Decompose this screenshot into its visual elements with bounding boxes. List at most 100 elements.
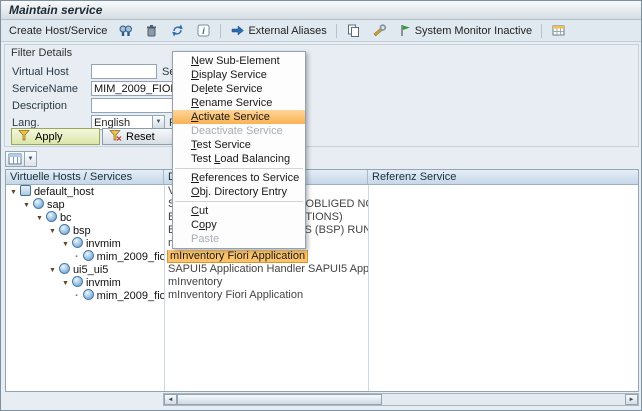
node-name[interactable]: default_host xyxy=(34,186,94,198)
node-name[interactable]: mim_2009_fiori xyxy=(97,290,164,302)
system-monitor-button[interactable]: System Monitor Inactive xyxy=(393,22,537,40)
filter-details-title: Filter Details xyxy=(11,47,72,59)
expand-arrow-icon[interactable]: ▼ xyxy=(10,189,17,196)
tree-row[interactable]: · mim_2009_fiori mInventory Fiori Applicat… xyxy=(6,250,638,263)
leaf-bullet: · xyxy=(75,251,79,263)
sicf-window: Maintain service Create Host/Service i E… xyxy=(0,0,642,411)
reset-label: Reset xyxy=(126,131,155,143)
servicename-label: ServiceName xyxy=(12,83,78,95)
menu-separator xyxy=(175,201,303,202)
tree-row[interactable]: ▼bspBUSINESS SERVER PAGES (BSP) RUNTIME xyxy=(6,224,638,237)
expand-arrow-icon[interactable]: ▼ xyxy=(23,202,30,209)
node-description[interactable]: mInventory Fiori Application xyxy=(168,289,303,301)
create-host-service-button[interactable]: Create Host/Service xyxy=(4,22,112,40)
scroll-thumb[interactable] xyxy=(177,394,382,405)
column-header-reference-service: Referenz Service xyxy=(368,170,638,184)
node-ref-service xyxy=(368,211,638,224)
menu-item-display-service[interactable]: Display Service xyxy=(173,68,305,82)
service-icon xyxy=(83,250,94,261)
service-icon xyxy=(72,237,83,248)
node-ref-service xyxy=(368,237,638,250)
menu-item-activate-service[interactable]: Activate Service xyxy=(173,110,305,124)
menu-item-cut[interactable]: Cut xyxy=(173,204,305,218)
scroll-track[interactable] xyxy=(382,394,625,405)
external-aliases-label: External Aliases xyxy=(248,25,326,37)
node-ref-service xyxy=(368,198,638,211)
services-tree-table: Virtuelle Hosts / Services Dokumentation… xyxy=(5,169,639,392)
expand-arrow-icon[interactable]: ▼ xyxy=(36,215,43,222)
virtual-host-input[interactable] xyxy=(91,64,157,79)
scroll-right-button[interactable]: ► xyxy=(625,394,638,405)
menu-item-paste: Paste xyxy=(173,232,305,246)
menu-item-test-load-balancing[interactable]: Test Load Balancing xyxy=(173,152,305,166)
expand-arrow-icon[interactable]: ▼ xyxy=(62,241,69,248)
find-icon[interactable] xyxy=(113,22,138,40)
node-name[interactable]: sap xyxy=(47,199,65,211)
description-label: Description xyxy=(12,100,67,112)
refresh-icon[interactable] xyxy=(165,22,190,40)
tree-row[interactable]: ▼ ui5_ui5 SAPUI5 Application Handler SAPUI… xyxy=(6,263,638,276)
tree-row[interactable]: ▼bcBASIS TREE (BASIS FUNCTIONS) xyxy=(6,211,638,224)
filter-details-group: Filter Details Virtual Host Service Path… xyxy=(4,44,639,147)
apply-label: Apply xyxy=(35,131,63,143)
context-menu: New Sub-ElementDisplay ServiceDelete Ser… xyxy=(172,51,306,249)
node-description[interactable]: mInventory Fiori Application xyxy=(168,250,307,262)
tools-icon[interactable] xyxy=(367,22,392,40)
toolbar-separator xyxy=(220,24,221,38)
node-ref-service xyxy=(368,276,638,289)
tree-row[interactable]: ▼sapSAP NAMESPACE; SAP IS OBLIGED NOT T.… xyxy=(6,198,638,211)
menu-separator xyxy=(175,168,303,169)
node-name[interactable]: ui5_ui5 xyxy=(73,264,108,276)
service-icon xyxy=(46,211,57,222)
menu-item-new-sub-element[interactable]: New Sub-Element xyxy=(173,54,305,68)
apply-button[interactable]: Apply xyxy=(11,128,100,145)
node-ref-service xyxy=(368,250,638,263)
copy-icon[interactable] xyxy=(341,22,366,40)
page-title: Maintain service xyxy=(9,3,102,17)
node-name[interactable]: bsp xyxy=(73,225,91,237)
table-icon[interactable] xyxy=(546,22,571,40)
node-name[interactable]: invmim xyxy=(86,277,121,289)
toolbar-separator xyxy=(541,24,542,38)
layout-icon[interactable] xyxy=(5,151,25,167)
info-icon[interactable]: i xyxy=(191,22,216,40)
layout-dropdown-icon[interactable]: ▼ xyxy=(24,151,37,167)
h-scrollbar[interactable]: ◄ ► xyxy=(163,393,639,406)
expand-arrow-icon[interactable]: ▼ xyxy=(49,228,56,235)
tree-body: ▼default_hostVIRTUAL DEFAULT HOST▼sapSAP… xyxy=(6,185,638,302)
menu-item-delete-service[interactable]: Delete Service xyxy=(173,82,305,96)
menu-item-obj-directory-entry[interactable]: Obj. Directory Entry xyxy=(173,185,305,199)
node-description[interactable]: mInventory xyxy=(168,276,222,288)
delete-icon[interactable] xyxy=(139,22,164,40)
node-description[interactable]: SAPUI5 Application Handler SAPUI5 Applic… xyxy=(168,263,368,275)
tree-row[interactable]: ▼ invmim mInventory xyxy=(6,276,638,289)
virtual-host-label: Virtual Host xyxy=(12,66,69,78)
node-ref-service xyxy=(368,263,638,276)
tree-header: Virtuelle Hosts / Services Dokumentation… xyxy=(6,170,638,185)
node-name[interactable]: bc xyxy=(60,212,72,224)
service-icon xyxy=(59,263,70,274)
scroll-left-button[interactable]: ◄ xyxy=(164,394,177,405)
menu-item-test-service[interactable]: Test Service xyxy=(173,138,305,152)
tree-row[interactable]: ▼invmimmInventory xyxy=(6,237,638,250)
menu-item-copy[interactable]: Copy xyxy=(173,218,305,232)
service-icon xyxy=(33,198,44,209)
filter-icon xyxy=(18,129,31,145)
menu-item-rename-service[interactable]: Rename Service xyxy=(173,96,305,110)
expand-arrow-icon[interactable]: ▼ xyxy=(49,267,56,274)
external-aliases-button[interactable]: External Aliases xyxy=(225,22,331,40)
tree-row[interactable]: ▼default_hostVIRTUAL DEFAULT HOST xyxy=(6,185,638,198)
flag-icon xyxy=(398,23,412,38)
menu-item-deactivate-service: Deactivate Service xyxy=(173,124,305,138)
host-icon xyxy=(20,185,31,196)
menu-item-references-to-service[interactable]: References to Service xyxy=(173,171,305,185)
expand-arrow-icon[interactable]: ▼ xyxy=(62,280,69,287)
column-header-hosts-services: Virtuelle Hosts / Services xyxy=(6,170,164,184)
node-name[interactable]: invmim xyxy=(86,238,121,250)
tree-row[interactable]: · mim_2009_fiori mInventory Fiori Applicat… xyxy=(6,289,638,302)
leaf-bullet: · xyxy=(75,290,79,302)
node-name[interactable]: mim_2009_fiori xyxy=(97,251,164,263)
description-input[interactable] xyxy=(91,98,177,113)
toolbar-separator xyxy=(336,24,337,38)
application-toolbar: Create Host/Service i External Aliases xyxy=(1,20,641,42)
